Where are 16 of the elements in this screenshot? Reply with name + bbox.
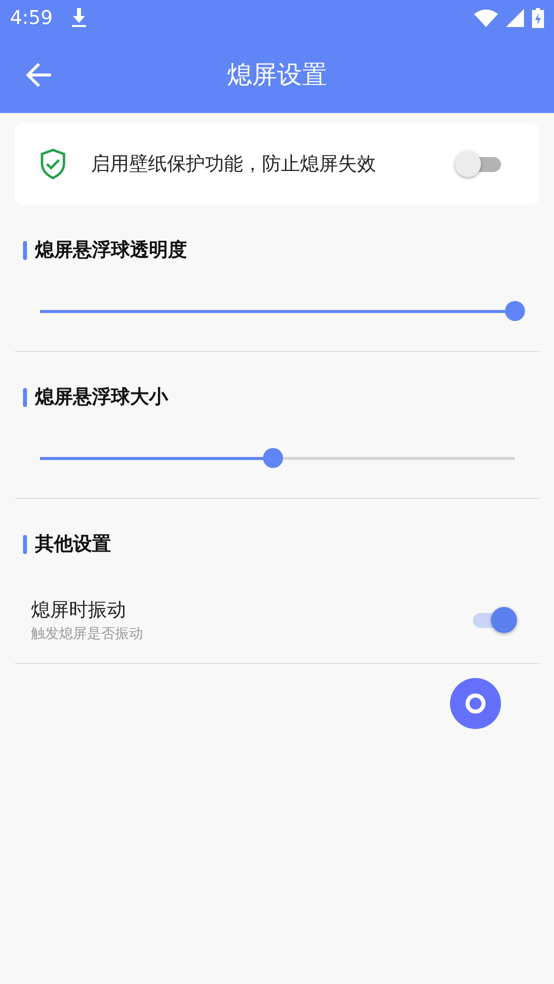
slider-thumb[interactable] <box>262 448 283 468</box>
slider-thumb[interactable] <box>505 301 525 321</box>
section-heading: 熄屏悬浮球大小 <box>35 385 168 410</box>
page-title: 熄屏设置 <box>227 60 327 89</box>
signal-icon <box>506 9 524 27</box>
wifi-icon <box>474 9 498 27</box>
setting-label: 启用壁纸保护功能，防止熄屏失效 <box>91 152 377 177</box>
status-time: 4:59 <box>10 7 53 29</box>
setting-title: 熄屏时振动 <box>31 598 127 623</box>
setting-subtitle: 触发熄屏是否振动 <box>31 625 144 643</box>
download-icon <box>70 8 87 28</box>
section-heading: 熄屏悬浮球透明度 <box>35 238 187 263</box>
section-heading: 其他设置 <box>35 532 111 557</box>
shield-check-icon <box>39 148 67 180</box>
battery-icon <box>532 8 544 28</box>
floating-ball-icon[interactable] <box>450 678 501 729</box>
